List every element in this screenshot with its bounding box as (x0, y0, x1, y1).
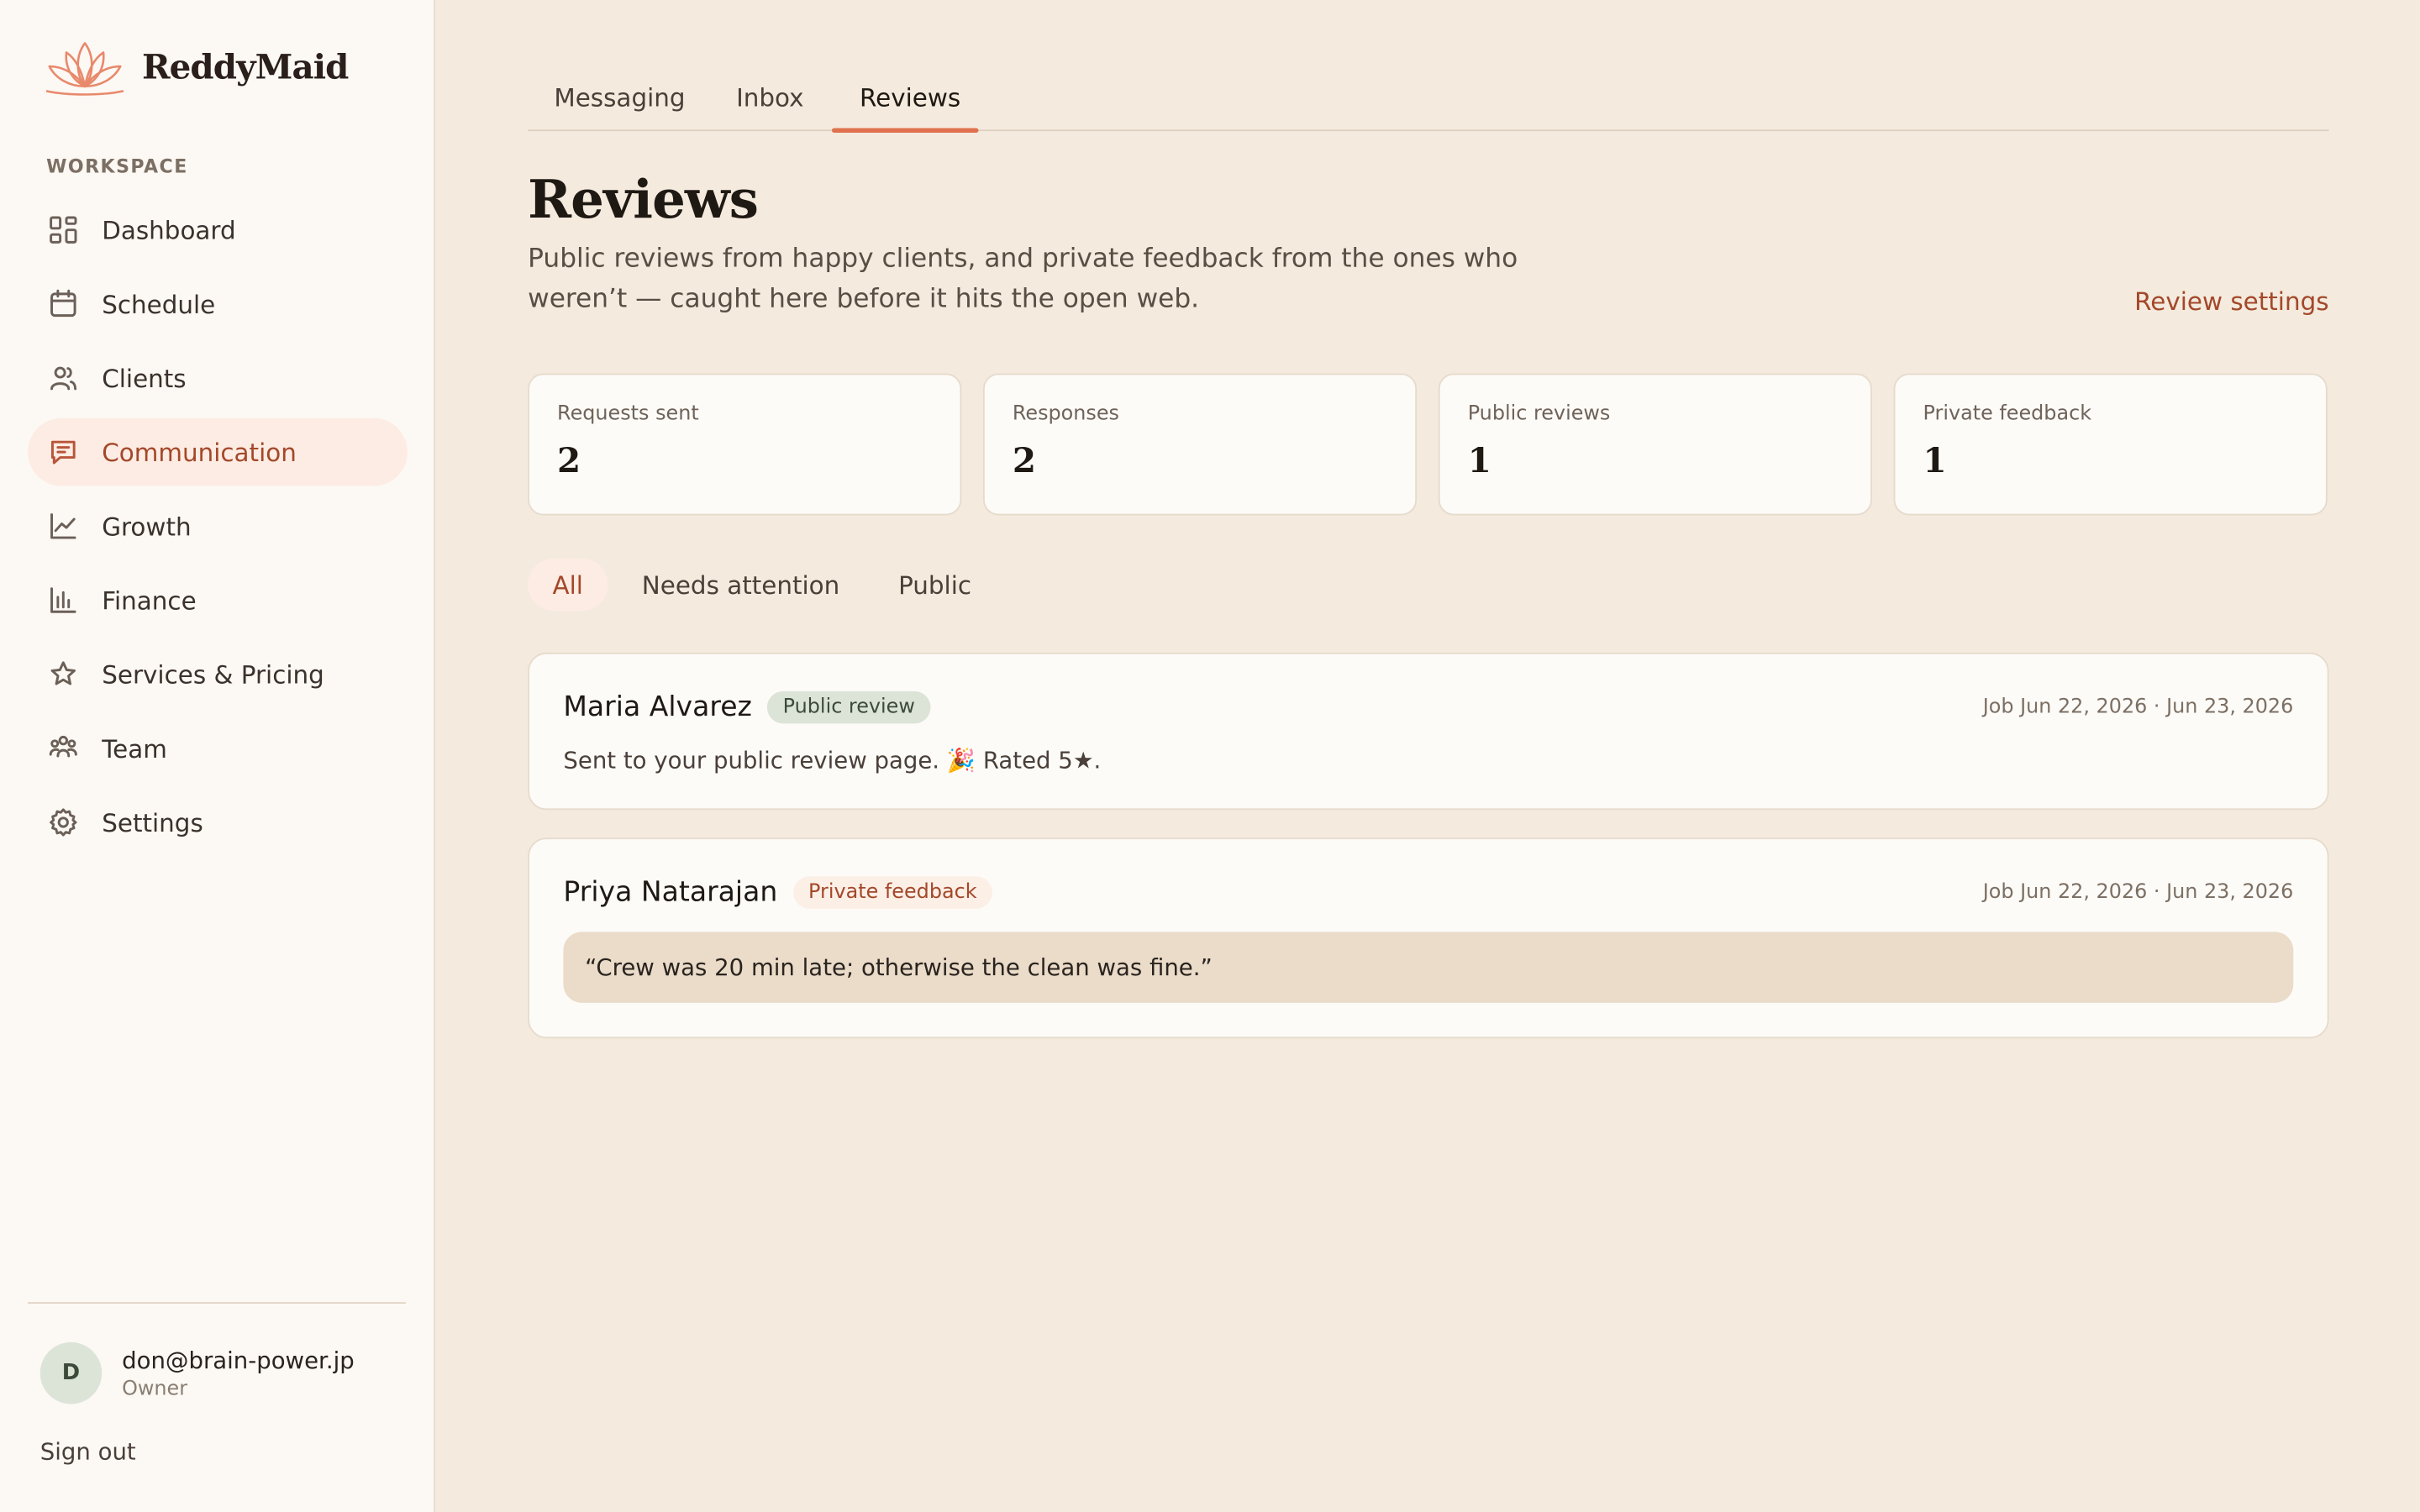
brand-name: ReddyMaid (141, 47, 349, 88)
status-badge: Private feedback (792, 875, 992, 908)
trend-icon (46, 509, 80, 543)
feedback-quote: “Crew was 20 min late; otherwise the cle… (563, 932, 2294, 1003)
page-subtitle: Public reviews from happy clients, and p… (528, 244, 1518, 315)
sidebar-item-dashboard[interactable]: Dashboard (28, 196, 408, 264)
star-icon (46, 657, 80, 690)
tab-messaging[interactable]: Messaging (554, 65, 685, 129)
lotus-logo-icon (45, 42, 124, 96)
calendar-icon (46, 287, 80, 321)
app-frame: ReddyMaid WORKSPACE Dashboard Schedule C… (0, 0, 2420, 1512)
bar-chart-icon (46, 583, 80, 617)
review-card[interactable]: Maria Alvarez Public review Job Jun 22, … (528, 652, 2329, 811)
sidebar-item-label: Schedule (102, 289, 216, 319)
stat-card-private-feedback: Private feedback 1 (1893, 373, 2328, 516)
filter-needs-attention[interactable]: Needs attention (617, 559, 864, 611)
stat-value: 1 (1467, 441, 1491, 482)
brand[interactable]: ReddyMaid (40, 37, 349, 98)
avatar: D (39, 1341, 103, 1404)
tab-bar: Messaging Inbox Reviews (528, 65, 2329, 133)
review-card[interactable]: Priya Natarajan Private feedback Job Jun… (528, 837, 2329, 1039)
message-icon (46, 435, 80, 469)
sidebar-item-label: Team (102, 733, 167, 764)
stat-card-public-reviews: Public reviews 1 (1438, 373, 1872, 516)
sidebar-item-label: Settings (102, 807, 203, 837)
sidebar-item-label: Clients (102, 363, 187, 393)
user-profile[interactable]: D don@brain-power.jp Owner (39, 1341, 355, 1404)
filter-public[interactable]: Public (874, 559, 997, 611)
sidebar-item-settings[interactable]: Settings (28, 789, 408, 857)
workspace-section-label: WORKSPACE (46, 155, 188, 178)
stat-card-responses: Responses 2 (982, 373, 1418, 516)
sidebar-item-label: Growth (102, 511, 192, 541)
review-date: Job Jun 22, 2026 · Jun 23, 2026 (1982, 695, 2294, 718)
stat-value: 2 (1012, 441, 1036, 482)
gear-icon (46, 806, 80, 839)
stat-card-requests-sent: Requests sent 2 (528, 373, 962, 516)
team-icon (46, 732, 80, 765)
sidebar-item-schedule[interactable]: Schedule (28, 270, 408, 338)
sidebar-item-label: Communication (102, 437, 297, 467)
reviewer-name: Maria Alvarez (563, 690, 752, 723)
filter-all[interactable]: All (528, 558, 608, 612)
sidebar-nav: Dashboard Schedule Clients Communication (28, 196, 408, 862)
sidebar-item-growth[interactable]: Growth (28, 492, 408, 560)
tab-reviews[interactable]: Reviews (860, 65, 960, 129)
review-date: Job Jun 22, 2026 · Jun 23, 2026 (1982, 879, 2294, 904)
sidebar-item-finance[interactable]: Finance (28, 566, 408, 634)
sidebar-item-communication[interactable]: Communication (28, 417, 408, 486)
reviewer-name: Priya Natarajan (563, 875, 778, 908)
tab-inbox[interactable]: Inbox (736, 65, 803, 129)
sidebar-item-label: Services & Pricing (102, 659, 324, 690)
stats-row: Requests sent 2 Responses 2 Public revie… (528, 373, 2328, 516)
page-title: Reviews (528, 170, 759, 232)
review-body: Sent to your public review page. 🎉 Rated… (563, 746, 1102, 775)
sign-out-link[interactable]: Sign out (40, 1438, 136, 1466)
stat-label: Responses (1012, 402, 1120, 426)
sidebar-item-team[interactable]: Team (28, 714, 408, 782)
users-icon (46, 361, 80, 395)
sidebar-item-services-pricing[interactable]: Services & Pricing (28, 640, 408, 708)
user-email: don@brain-power.jp (122, 1346, 355, 1374)
stat-value: 1 (1923, 441, 1947, 482)
stat-label: Public reviews (1467, 402, 1611, 426)
sidebar-item-label: Dashboard (102, 215, 236, 245)
status-badge: Public review (767, 690, 931, 723)
active-tab-indicator (831, 128, 979, 133)
stat-label: Requests sent (557, 402, 699, 426)
stat-value: 2 (557, 441, 581, 482)
grid-icon (46, 213, 80, 246)
sidebar-item-label: Finance (102, 585, 197, 615)
sidebar-divider (28, 1302, 407, 1305)
user-role: Owner (122, 1377, 188, 1400)
sidebar: ReddyMaid WORKSPACE Dashboard Schedule C… (0, 0, 435, 1512)
filter-pills: All Needs attention Public (528, 558, 997, 612)
stat-label: Private feedback (1923, 402, 2092, 426)
review-settings-link[interactable]: Review settings (2134, 287, 2328, 317)
sidebar-item-clients[interactable]: Clients (28, 344, 408, 412)
main-content: Messaging Inbox Reviews Reviews Public r… (435, 0, 2420, 1512)
